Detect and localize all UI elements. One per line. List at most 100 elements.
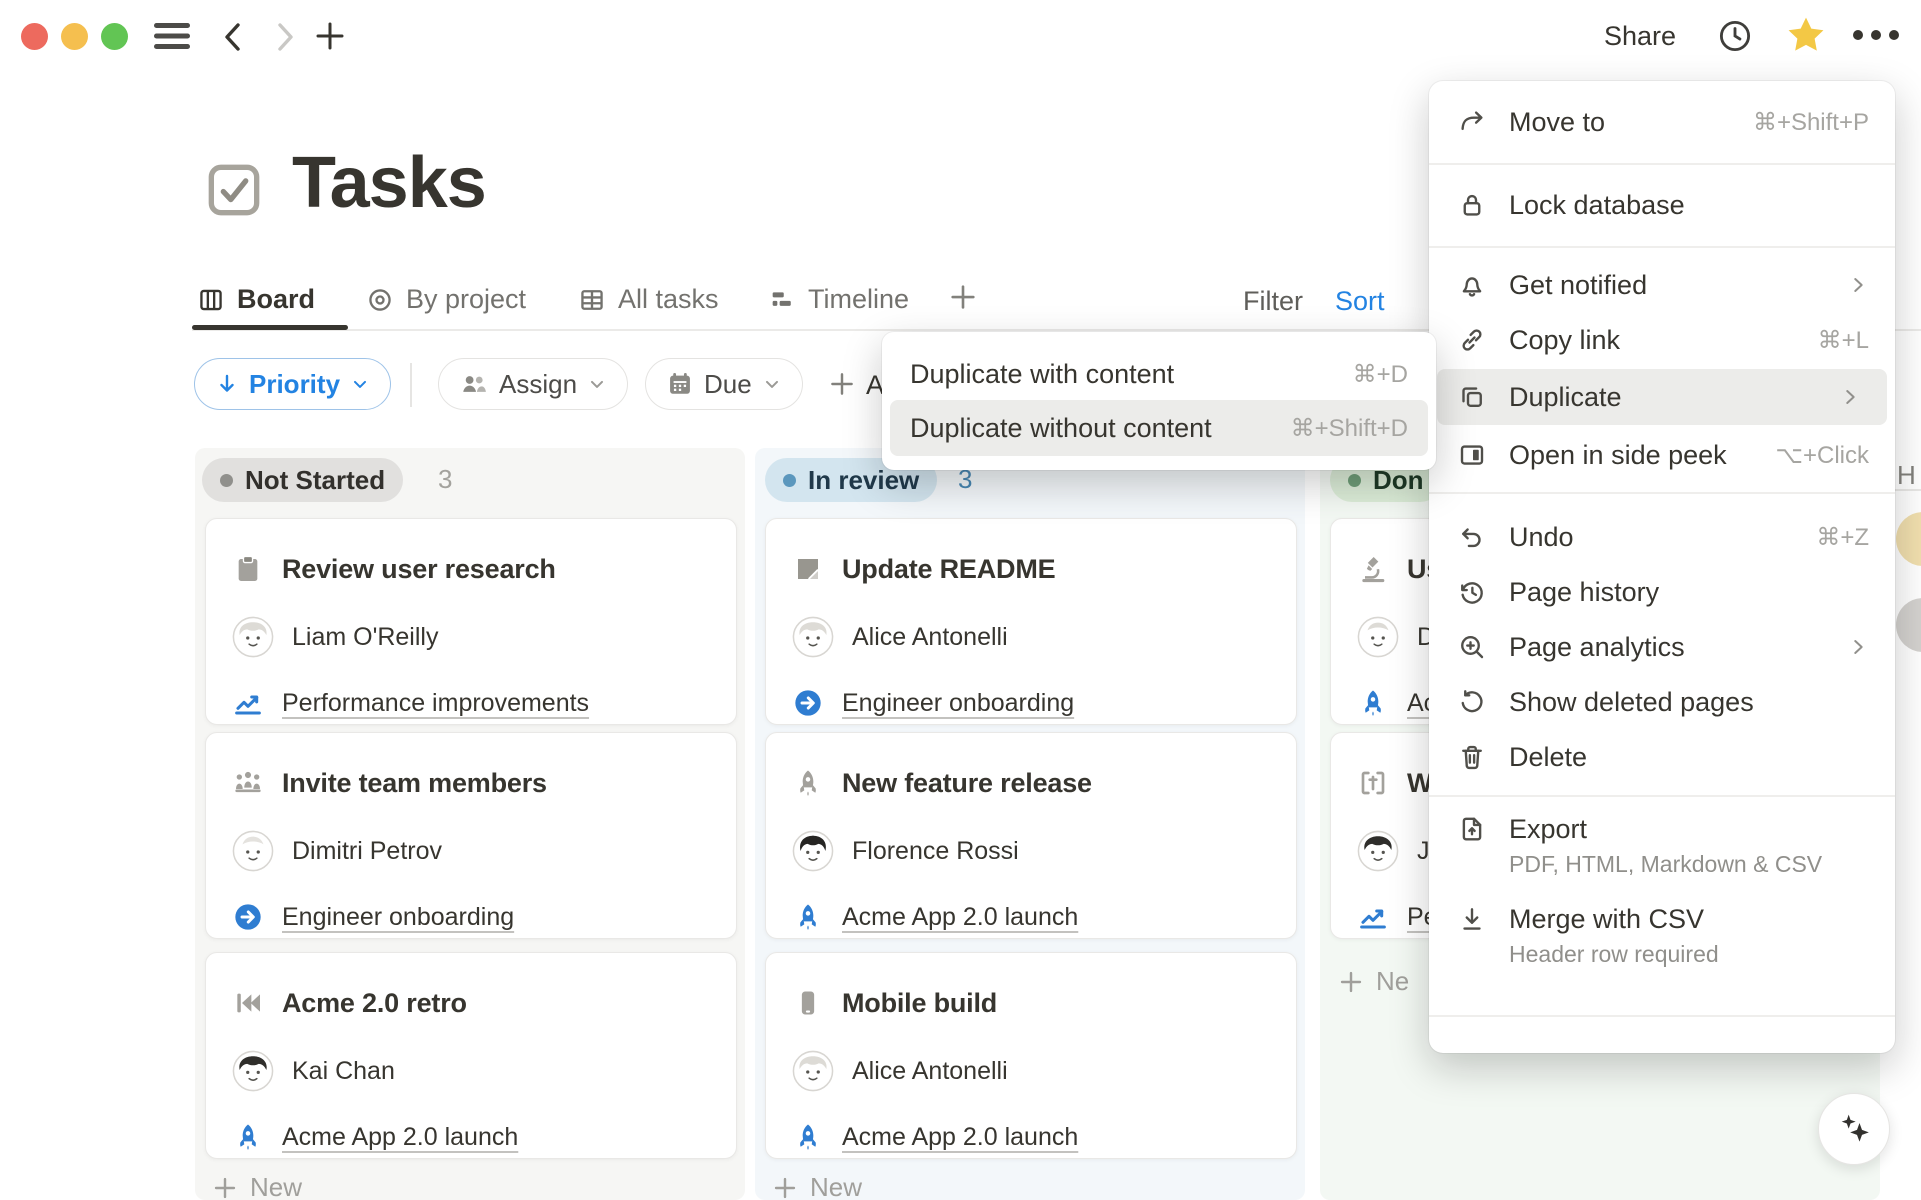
filter-button[interactable]: Filter [1243,286,1303,317]
updates-clock-icon[interactable] [1716,17,1754,55]
card-title: Invite team members [282,768,547,799]
phone-icon [792,987,824,1019]
menu-item-subtitle: Header row required [1509,941,1719,968]
menu-divider [1429,163,1895,165]
add-card-button[interactable]: New [772,1172,862,1200]
task-card[interactable]: Mobile build Alice Antonelli Acme App 2.… [765,952,1297,1159]
menu-item-label: Delete [1509,742,1587,773]
sort-button[interactable]: Sort [1335,286,1385,317]
export-icon [1457,814,1487,844]
menu-item-open-side-peek[interactable]: Open in side peek ⌥+Click [1429,429,1895,481]
menu-item-merge-with-csv[interactable]: Merge with CSV Header row required [1429,902,1895,968]
edge-avatar [1896,512,1921,566]
task-card[interactable]: Update README Alice Antonelli Engineer o… [765,518,1297,725]
page-checkbox-icon[interactable] [202,158,266,222]
add-view-icon[interactable] [948,282,978,312]
column-count: 3 [438,464,452,495]
task-card[interactable]: Acme 2.0 retro Kai Chan Acme App 2.0 lau… [205,952,737,1159]
plus-icon [1338,969,1364,995]
status-dot-icon [1348,474,1361,487]
table-icon [578,286,606,314]
add-filter-icon[interactable] [828,370,856,398]
shortcut: ⌘+Shift+P [1753,108,1869,137]
menu-item-label: Open in side peek [1509,440,1727,471]
chip-label: Priority [249,369,340,400]
menu-item-move-to[interactable]: Move to ⌘+Shift+P [1429,96,1895,148]
card-relation-link[interactable]: Performance improvements [282,689,589,718]
submenu-item-duplicate-with-content[interactable]: Duplicate with content ⌘+D [890,348,1428,400]
new-page-icon[interactable] [314,20,346,52]
sparkles-icon [1834,1109,1874,1149]
menu-item-page-analytics[interactable]: Page analytics [1429,621,1895,673]
task-card[interactable]: Review user research Liam O'Reilly Perfo… [205,518,737,725]
tab-label: All tasks [618,284,719,315]
menu-item-label: Export [1509,812,1822,846]
menu-item-page-history[interactable]: Page history [1429,566,1895,618]
card-relation-link[interactable]: Acme App 2.0 launch [842,1123,1078,1152]
task-card[interactable]: New feature release Florence Rossi Acme … [765,732,1297,939]
menu-item-subtitle: PDF, HTML, Markdown & CSV [1509,851,1822,878]
card-relation-link[interactable]: Engineer onboarding [282,903,514,932]
ai-assistant-button[interactable] [1818,1093,1890,1165]
shortcut: ⌘+Shift+D [1291,414,1408,443]
chart-increase-icon [1357,901,1389,933]
tab-board[interactable]: Board [197,284,315,315]
chevron-right-icon [1847,274,1869,296]
avatar [792,616,834,658]
avatar [232,1050,274,1092]
status-badge[interactable]: Not Started [202,458,403,502]
menu-divider [1429,1015,1895,1017]
menu-divider [1429,492,1895,494]
arrow-down-icon [215,372,239,396]
favorite-star-icon[interactable] [1784,13,1828,57]
menu-item-duplicate[interactable]: Duplicate [1437,369,1887,425]
add-card-button[interactable]: Ne [1338,966,1409,997]
card-person: Dimitri Petrov [292,837,442,866]
tab-label: Timeline [808,284,909,315]
menu-item-lock-database[interactable]: Lock database [1429,179,1895,231]
share-button[interactable]: Share [1604,21,1676,52]
menu-item-undo[interactable]: Undo ⌘+Z [1429,511,1895,563]
card-relation-link[interactable]: Acme App 2.0 launch [282,1123,518,1152]
task-card[interactable]: Invite team members Dimitri Petrov Engin… [205,732,737,939]
card-relation-link[interactable]: Acme App 2.0 launch [842,903,1078,932]
menu-item-label: Page analytics [1509,632,1685,663]
menu-item-copy-link[interactable]: Copy link ⌘+L [1429,314,1895,366]
menu-item-export[interactable]: Export PDF, HTML, Markdown & CSV [1429,812,1895,878]
menu-item-delete[interactable]: Delete [1429,731,1895,783]
zoom-window-button[interactable] [101,23,128,50]
menu-item-label: Undo [1509,522,1574,553]
card-relation-link[interactable]: Engineer onboarding [842,689,1074,718]
plus-icon [772,1175,798,1200]
avatar [1357,616,1399,658]
more-options-icon[interactable] [1852,29,1900,41]
rocket-gray-icon [792,767,824,799]
sidebar-menu-icon[interactable] [154,22,190,50]
card-title: New feature release [842,768,1092,799]
menu-item-get-notified[interactable]: Get notified [1429,259,1895,311]
close-window-button[interactable] [21,23,48,50]
card-title: Acme 2.0 retro [282,988,467,1019]
arrow-circle-icon [792,687,824,719]
priority-sort-chip[interactable]: Priority [194,358,391,410]
history-clock-icon [1457,577,1487,607]
add-card-button[interactable]: New [212,1172,302,1200]
rocket-icon [792,901,824,933]
duplicate-submenu: Duplicate with content ⌘+D Duplicate wit… [882,332,1436,470]
status-dot-icon [220,474,233,487]
tab-all-tasks[interactable]: All tasks [578,284,719,315]
tab-timeline[interactable]: Timeline [768,284,909,315]
calendar-icon [666,370,694,398]
add-card-label: Ne [1376,966,1409,997]
minimize-window-button[interactable] [61,23,88,50]
due-filter-chip[interactable]: Due [645,358,803,410]
back-icon[interactable] [218,21,248,53]
page-title[interactable]: Tasks [292,142,486,224]
tab-by-project[interactable]: By project [366,284,526,315]
chart-increase-icon [232,687,264,719]
menu-item-show-deleted-pages[interactable]: Show deleted pages [1429,676,1895,728]
submenu-item-duplicate-without-content[interactable]: Duplicate without content ⌘+Shift+D [890,400,1428,456]
clipboard-icon [232,553,264,585]
assign-filter-chip[interactable]: Assign [438,358,628,410]
forward-icon[interactable] [270,21,300,53]
